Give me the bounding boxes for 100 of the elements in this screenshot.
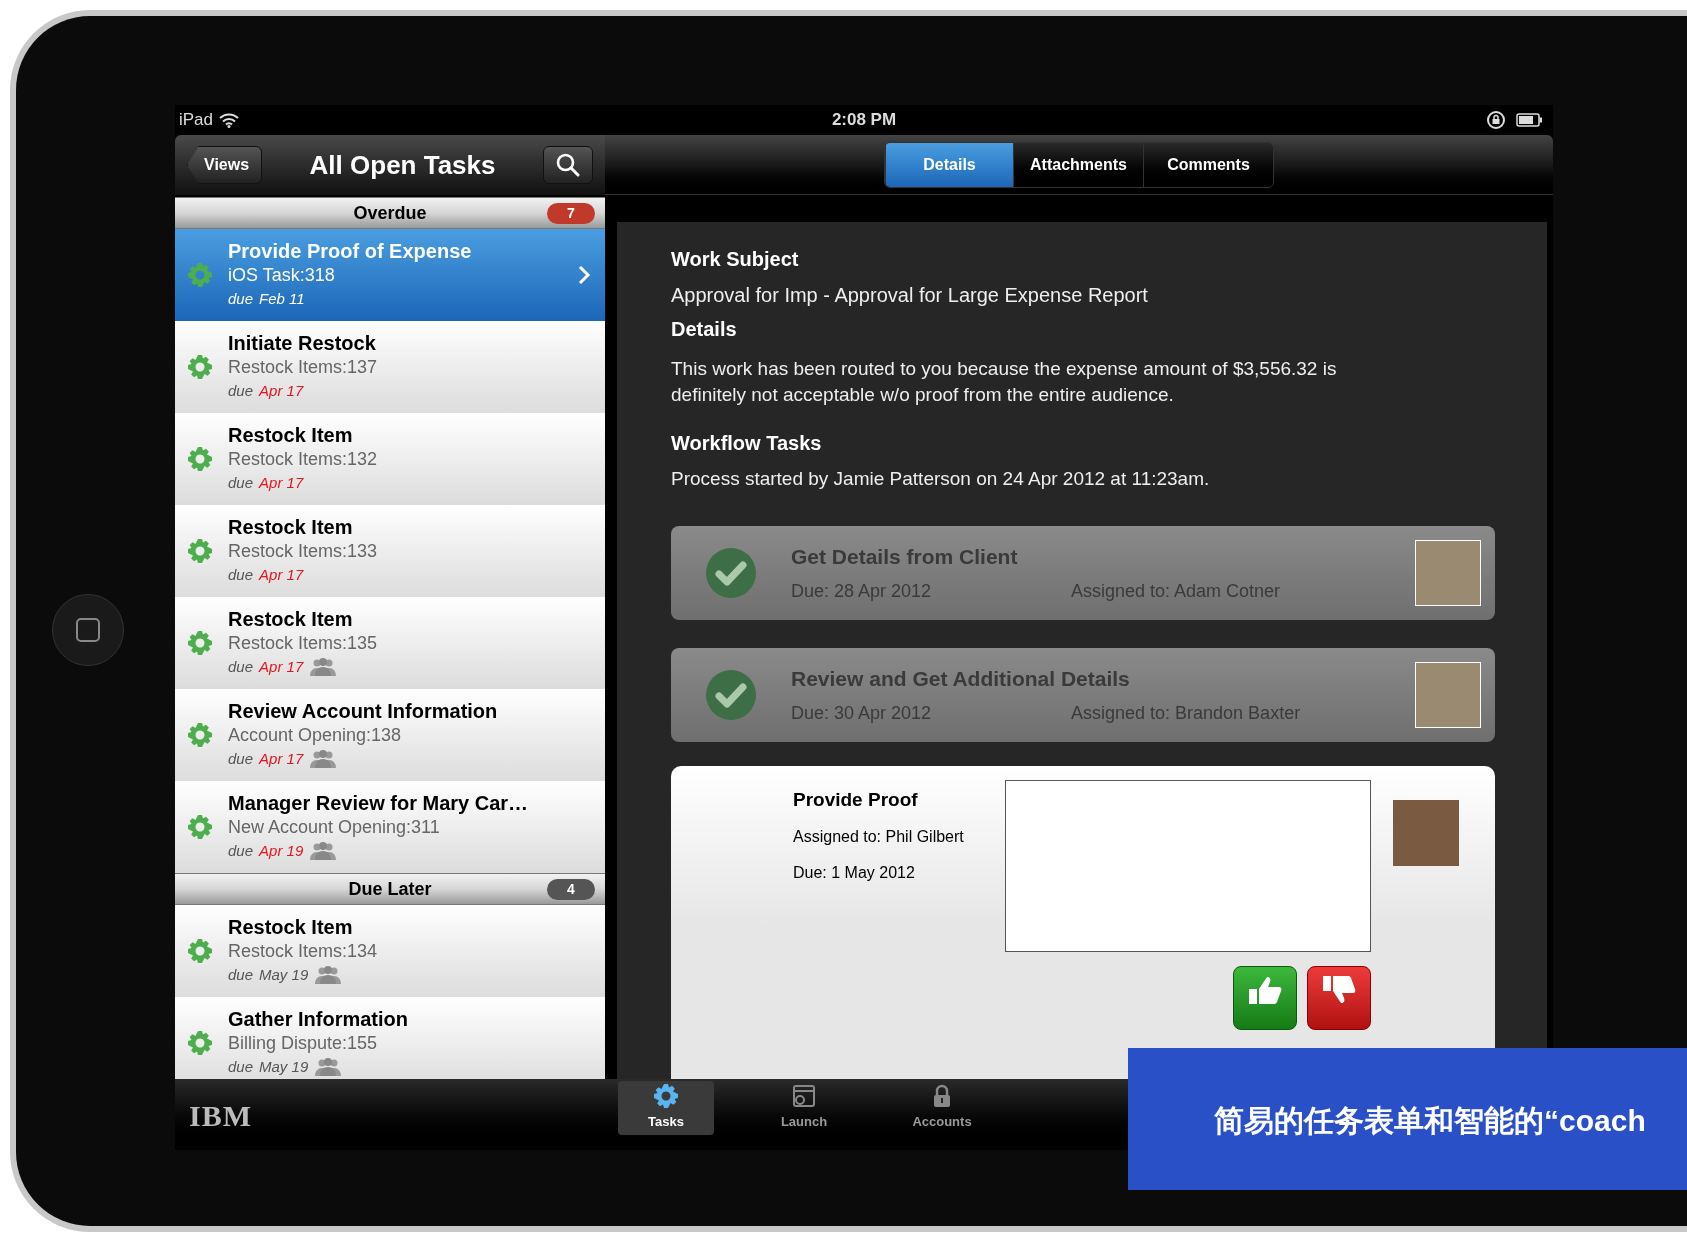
assignee-text: Assigned to: Phil Gilbert — [793, 826, 965, 847]
comment-field[interactable] — [1005, 780, 1371, 952]
due-label: due — [228, 748, 254, 769]
section-heading: Workflow Tasks — [671, 431, 823, 456]
due-text: Due: 30 Apr 2012 — [791, 702, 933, 726]
task-list-item[interactable]: Provide Proof of Expense iOS Task:318 due Feb 11 — [175, 229, 605, 321]
caption-banner: 简易的任务表单和智能的“coach — [1128, 1048, 1687, 1190]
task-title: Restock Item — [228, 607, 354, 631]
section-title: Due Later — [348, 877, 432, 901]
due-date: Apr 17 — [259, 472, 304, 493]
task-subtitle: Restock Items:133 — [228, 540, 379, 563]
thumbs-down-icon — [1321, 975, 1357, 1005]
gear-icon — [187, 630, 213, 656]
work-subject-text: Approval for Imp - Approval for Large Expense Report — [671, 283, 1149, 308]
task-title: Initiate Restock — [228, 331, 377, 355]
tab-bar-item[interactable]: Accounts — [894, 1080, 990, 1135]
due-date: Apr 17 — [259, 380, 304, 401]
gear-icon — [187, 814, 213, 840]
approve-button[interactable] — [1233, 966, 1297, 1030]
due-text: Due: 1 May 2012 — [793, 862, 916, 883]
task-card-title: Provide Proof — [793, 788, 919, 812]
due-label: due — [228, 564, 254, 585]
task-list-item[interactable]: Manager Review for Mary Car… New Account Opening:311 due Apr 19 — [175, 781, 605, 873]
due-date: Apr 17 — [259, 748, 304, 769]
due-label: due — [228, 380, 254, 401]
task-list-item[interactable]: Restock Item Restock Items:132 due Apr 17 — [175, 413, 605, 505]
wifi-icon — [219, 112, 240, 128]
detail-tab[interactable]: Comments — [1143, 142, 1273, 187]
reject-button[interactable] — [1307, 966, 1371, 1030]
search-icon — [555, 152, 581, 178]
section-title: Overdue — [353, 201, 427, 225]
gear-icon — [187, 538, 213, 564]
due-label: due — [228, 656, 254, 677]
due-date: Apr 17 — [259, 564, 304, 585]
list-title: All Open Tasks — [309, 148, 496, 182]
chevron-icon — [577, 264, 591, 286]
task-card-title: Review and Get Additional Details — [791, 665, 1131, 692]
carrier-label: iPad — [179, 109, 214, 132]
task-subtitle: Account Opening:138 — [228, 724, 403, 747]
task-title: Restock Item — [228, 423, 354, 447]
task-list-item[interactable]: Restock Item Restock Items:135 due Apr 17 — [175, 597, 605, 689]
rotation-lock-icon — [1486, 110, 1506, 130]
due-date: May 19 — [259, 964, 309, 985]
gear-icon — [187, 446, 213, 472]
assignee-text: Assigned to: Brandon Baxter — [1071, 702, 1301, 726]
task-subtitle: Restock Items:132 — [228, 448, 379, 471]
battery-icon — [1516, 113, 1543, 127]
gear-icon — [187, 262, 213, 288]
task-list-item[interactable]: Gather Information Billing Dispute:155 due May 19 — [175, 997, 605, 1079]
photo-placeholder — [1415, 662, 1481, 728]
task-title: Provide Proof of Expense — [228, 239, 473, 263]
tab-bar-item[interactable]: Tasks — [618, 1080, 714, 1135]
assignee-text: Assigned to: Adam Cotner — [1071, 580, 1281, 604]
task-list-item[interactable]: Review Account Information Account Opening:138 due Apr 17 — [175, 689, 605, 781]
tab-bar-item[interactable]: Launch — [756, 1080, 852, 1135]
due-label: due — [228, 964, 254, 985]
due-label: due — [228, 1056, 254, 1077]
task-title: Restock Item — [228, 515, 354, 539]
views-back-button[interactable]: Views — [187, 146, 263, 184]
task-list-item[interactable]: Restock Item Restock Items:134 due May 19 — [175, 905, 605, 997]
section-heading: Details — [671, 317, 738, 342]
gear-icon — [187, 1030, 213, 1056]
task-title: Restock Item — [228, 915, 354, 939]
task-title: Manager Review for Mary Car… — [228, 791, 530, 815]
gear-icon — [187, 938, 213, 964]
clock-time: 2:08 PM — [831, 109, 897, 132]
due-label: due — [228, 288, 254, 309]
task-subtitle: Restock Items:135 — [228, 632, 379, 655]
task-card-title: Get Details from Client — [791, 543, 1019, 570]
section-heading: Work Subject — [671, 247, 800, 272]
brand-logo-text: IBM — [189, 1098, 252, 1134]
details-paragraph: This work has been routed to you because the expense amount of $3,556.32 is definitely not acceptable w/o proof from the entire audience. — [671, 357, 1338, 407]
gear-icon — [187, 722, 213, 748]
checkmark-icon — [705, 547, 757, 599]
due-date: May 19 — [259, 1056, 309, 1077]
count-badge: 4 — [547, 879, 595, 900]
task-subtitle: Billing Dispute:155 — [228, 1032, 379, 1055]
task-list-item[interactable]: Restock Item Restock Items:133 due Apr 17 — [175, 505, 605, 597]
window-icon — [791, 1083, 817, 1110]
task-subtitle: iOS Task:318 — [228, 264, 336, 287]
detail-tab[interactable]: Details — [885, 142, 1013, 187]
task-subtitle: New Account Opening:311 — [228, 816, 441, 839]
due-label: due — [228, 840, 254, 861]
photo-placeholder — [1415, 540, 1481, 606]
detail-tab[interactable]: Attachments — [1013, 142, 1143, 187]
thumbs-up-icon — [1247, 975, 1283, 1005]
count-badge: 7 — [547, 203, 595, 224]
task-list-item[interactable]: Initiate Restock Restock Items:137 due Apr 17 — [175, 321, 605, 413]
due-date: Apr 17 — [259, 656, 304, 677]
photo-placeholder — [1393, 800, 1459, 866]
due-date: Feb 11 — [259, 288, 305, 309]
gear-icon — [653, 1083, 679, 1110]
due-label: due — [228, 472, 254, 493]
due-date: Apr 19 — [259, 840, 304, 861]
gear-icon — [187, 354, 213, 380]
checkmark-icon — [705, 669, 757, 721]
task-title: Review Account Information — [228, 699, 499, 723]
task-title: Gather Information — [228, 1007, 409, 1031]
task-subtitle: Restock Items:134 — [228, 940, 379, 963]
search-button[interactable] — [543, 146, 593, 184]
